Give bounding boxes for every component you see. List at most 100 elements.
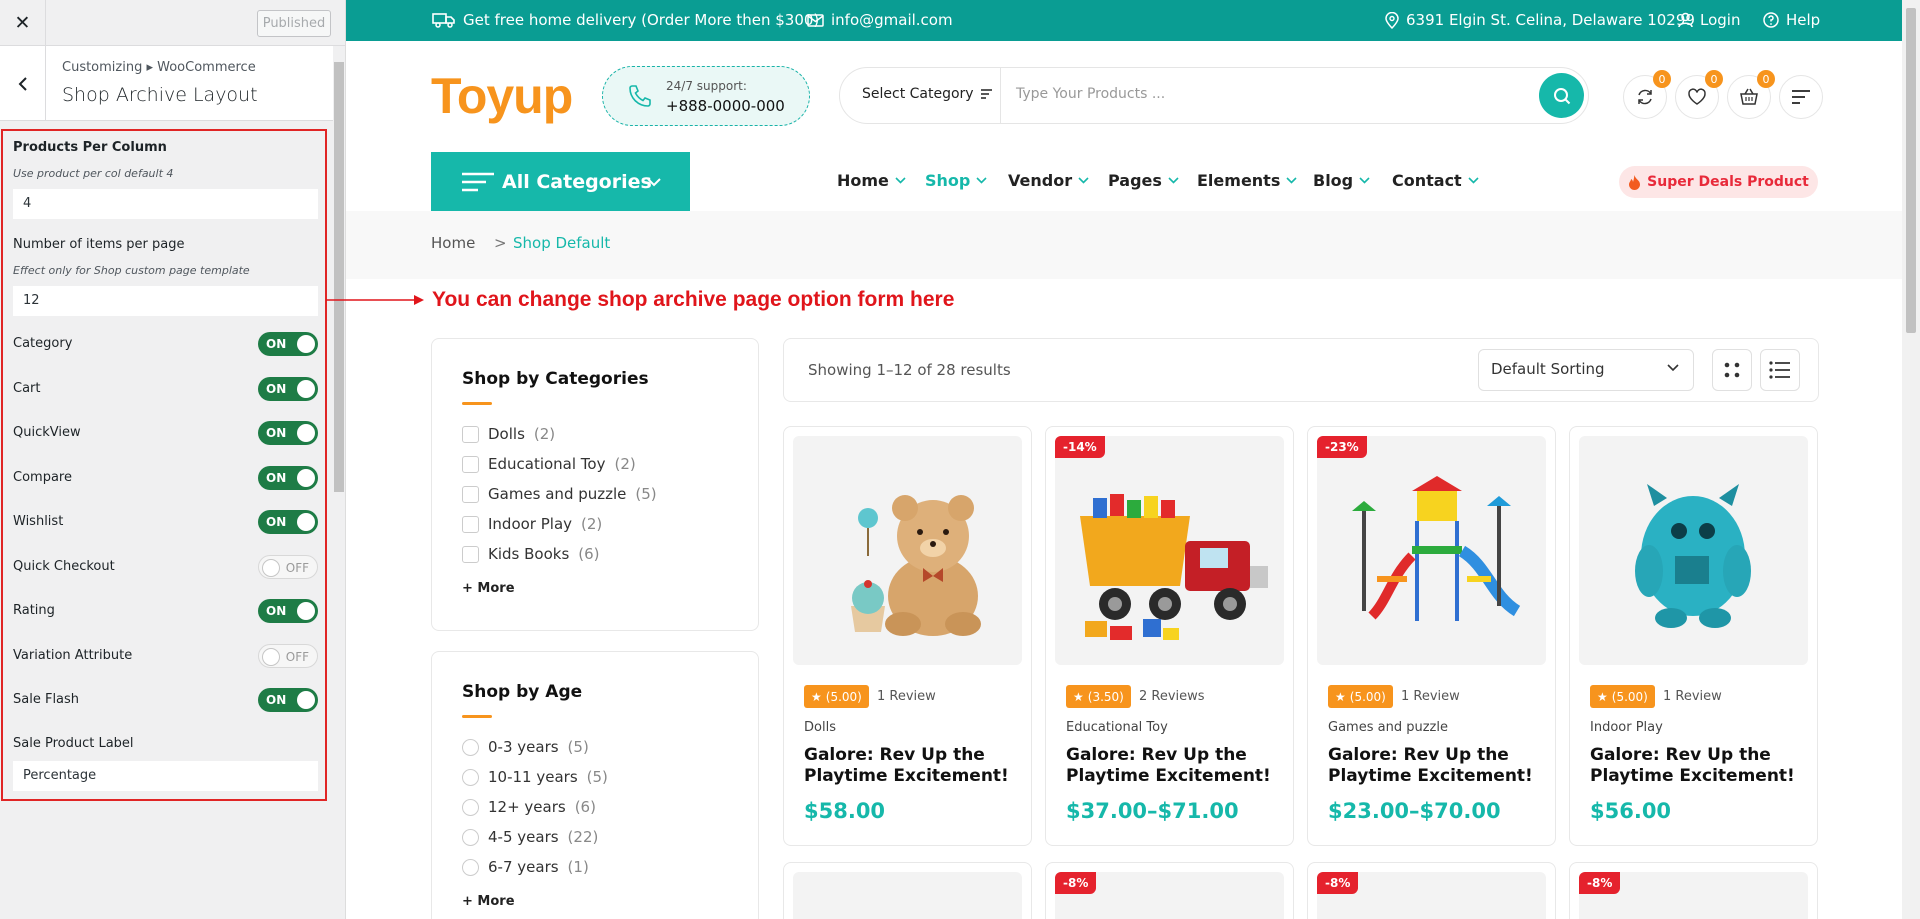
category-filter-item[interactable]: Games and puzzle (5): [462, 485, 657, 503]
age-filter-item[interactable]: 6-7 years (1): [462, 858, 589, 876]
dump-truck-image[interactable]: [1055, 436, 1284, 665]
select-category-dropdown[interactable]: Select Category: [862, 86, 993, 102]
star-icon: ★: [1597, 689, 1608, 704]
product-title[interactable]: Galore: Rev Up the Playtime Excitement!: [804, 745, 1019, 787]
items-per-page-desc: Effect only for Shop custom page templat…: [13, 264, 250, 277]
compare-button[interactable]: 0: [1623, 70, 1671, 119]
age-filter-item[interactable]: 0-3 years (5): [462, 738, 589, 756]
shop-by-categories-widget: Shop by Categories Dolls (2) Educational …: [431, 338, 759, 631]
nav-label: Blog: [1313, 171, 1354, 190]
product-category[interactable]: Educational Toy: [1066, 720, 1168, 735]
sale-product-label-select[interactable]: Percentage: [13, 761, 318, 791]
filter-label: 0-3 years: [488, 738, 559, 756]
more-ages-link[interactable]: + More: [462, 894, 515, 909]
nav-shop[interactable]: Shop: [925, 171, 987, 190]
email-info[interactable]: info@gmail.com: [807, 11, 953, 29]
wishlist-toggle[interactable]: ON: [258, 510, 318, 534]
product-category[interactable]: Dolls: [804, 720, 836, 735]
all-categories-button[interactable]: All Categories: [431, 152, 690, 212]
more-categories-link[interactable]: + More: [462, 581, 515, 596]
menu-button[interactable]: [1779, 75, 1823, 119]
products-per-column-input[interactable]: 4: [13, 189, 318, 219]
category-filter-item[interactable]: Educational Toy (2): [462, 455, 636, 473]
product-card[interactable]: -8%: [1569, 862, 1818, 919]
support-label: 24/7 support:: [666, 79, 747, 93]
close-customizer-button[interactable]: ✕: [0, 0, 46, 46]
blue-monster-plush-image[interactable]: [1579, 436, 1808, 665]
rating-badge: ★ (3.50): [1066, 685, 1131, 708]
cart-toggle[interactable]: ON: [258, 377, 318, 401]
product-image[interactable]: [793, 872, 1022, 919]
variation-attribute-toggle[interactable]: OFF: [258, 644, 318, 668]
product-card[interactable]: ★ (5.00) 1 Review Indoor Play Galore: Rev…: [1569, 426, 1818, 846]
nav-vendor[interactable]: Vendor: [1008, 171, 1089, 190]
category-filter-item[interactable]: Dolls (2): [462, 425, 555, 443]
page-scrollbar[interactable]: [1902, 0, 1920, 919]
toggle-state: OFF: [285, 650, 309, 664]
age-filter-item[interactable]: 10-11 years (5): [462, 768, 608, 786]
product-category[interactable]: Games and puzzle: [1328, 720, 1448, 735]
sort-select[interactable]: Default Sorting: [1478, 349, 1694, 391]
toggle-state: ON: [266, 604, 287, 618]
publish-button[interactable]: Published: [257, 10, 331, 37]
category-toggle[interactable]: ON: [258, 332, 318, 356]
panel-scrollbar[interactable]: [333, 46, 345, 919]
cart-button[interactable]: 0: [1727, 70, 1775, 119]
product-card[interactable]: ★ (5.00) 1 Review Dolls Galore: Rev Up th…: [783, 426, 1032, 846]
product-card[interactable]: -23% ★ (5.00) 1 Review Games and puzzle G…: [1307, 426, 1556, 846]
playground-image[interactable]: [1317, 436, 1546, 665]
category-filter-item[interactable]: Kids Books (6): [462, 545, 600, 563]
quickview-toggle[interactable]: ON: [258, 421, 318, 445]
teddy-bear-image[interactable]: [793, 436, 1022, 665]
address-text: 6391 Elgin St. Celina, Delaware 10299: [1406, 11, 1695, 29]
product-card[interactable]: -14% ★ (3.50) 2 Reviews Educational Toy G…: [1045, 426, 1294, 846]
filter-label: 10-11 years: [488, 768, 578, 786]
chevron-left-icon: [18, 76, 27, 91]
top-info-bar: Get free home delivery (Order More then …: [346, 0, 1902, 41]
rating-value: (3.50): [1087, 689, 1124, 704]
search-button[interactable]: [1539, 73, 1584, 118]
controls-highlight-box: Products Per Column Use product per col …: [1, 129, 327, 801]
rating-toggle[interactable]: ON: [258, 599, 318, 623]
age-filter-item[interactable]: 12+ years (6): [462, 798, 596, 816]
chevron-down-icon: [1359, 177, 1370, 184]
filter-count: (2): [533, 425, 556, 443]
nav-home[interactable]: Home: [837, 171, 906, 190]
search-input[interactable]: Type Your Products ...: [1016, 86, 1165, 102]
widget-title: Shop by Categories: [462, 369, 649, 389]
product-category[interactable]: Indoor Play: [1590, 720, 1663, 735]
compare-toggle[interactable]: ON: [258, 466, 318, 490]
help-link[interactable]: Help: [1763, 11, 1820, 29]
wishlist-button[interactable]: 0: [1675, 70, 1723, 119]
product-title[interactable]: Galore: Rev Up the Playtime Excitement!: [1066, 745, 1281, 787]
product-title[interactable]: Galore: Rev Up the Playtime Excitement!: [1590, 745, 1805, 787]
product-price: $56.00: [1590, 799, 1672, 823]
age-filter-item[interactable]: 4-5 years (22): [462, 828, 598, 846]
grid-view-button[interactable]: [1712, 349, 1752, 391]
star-icon: ★: [1335, 689, 1346, 704]
product-title[interactable]: Galore: Rev Up the Playtime Excitement!: [1328, 745, 1543, 787]
product-card[interactable]: -8%: [1045, 862, 1294, 919]
nav-elements[interactable]: Elements: [1197, 171, 1297, 190]
breadcrumb-home[interactable]: Home: [431, 234, 475, 252]
help-circle-icon: [1763, 12, 1779, 28]
back-button[interactable]: [0, 46, 46, 121]
product-card[interactable]: -8%: [1307, 862, 1556, 919]
rating-value: (5.00): [1349, 689, 1386, 704]
product-card[interactable]: [783, 862, 1032, 919]
quick-checkout-toggle[interactable]: OFF: [258, 555, 318, 579]
nav-pages[interactable]: Pages: [1108, 171, 1179, 190]
site-logo[interactable]: Toyup: [431, 67, 573, 125]
nav-blog[interactable]: Blog: [1313, 171, 1370, 190]
sale-flash-toggle[interactable]: ON: [258, 688, 318, 712]
items-per-page-input[interactable]: 12: [13, 286, 318, 316]
help-text: Help: [1786, 11, 1821, 29]
super-deals-button[interactable]: Super Deals Product: [1619, 166, 1818, 198]
list-view-button[interactable]: [1760, 349, 1800, 391]
search-icon: [1553, 87, 1570, 104]
nav-contact[interactable]: Contact: [1392, 171, 1479, 190]
category-filter-item[interactable]: Indoor Play (2): [462, 515, 602, 533]
toggle-state: OFF: [285, 561, 309, 575]
login-link[interactable]: Login: [1678, 11, 1740, 29]
filter-count: (5): [586, 768, 608, 786]
